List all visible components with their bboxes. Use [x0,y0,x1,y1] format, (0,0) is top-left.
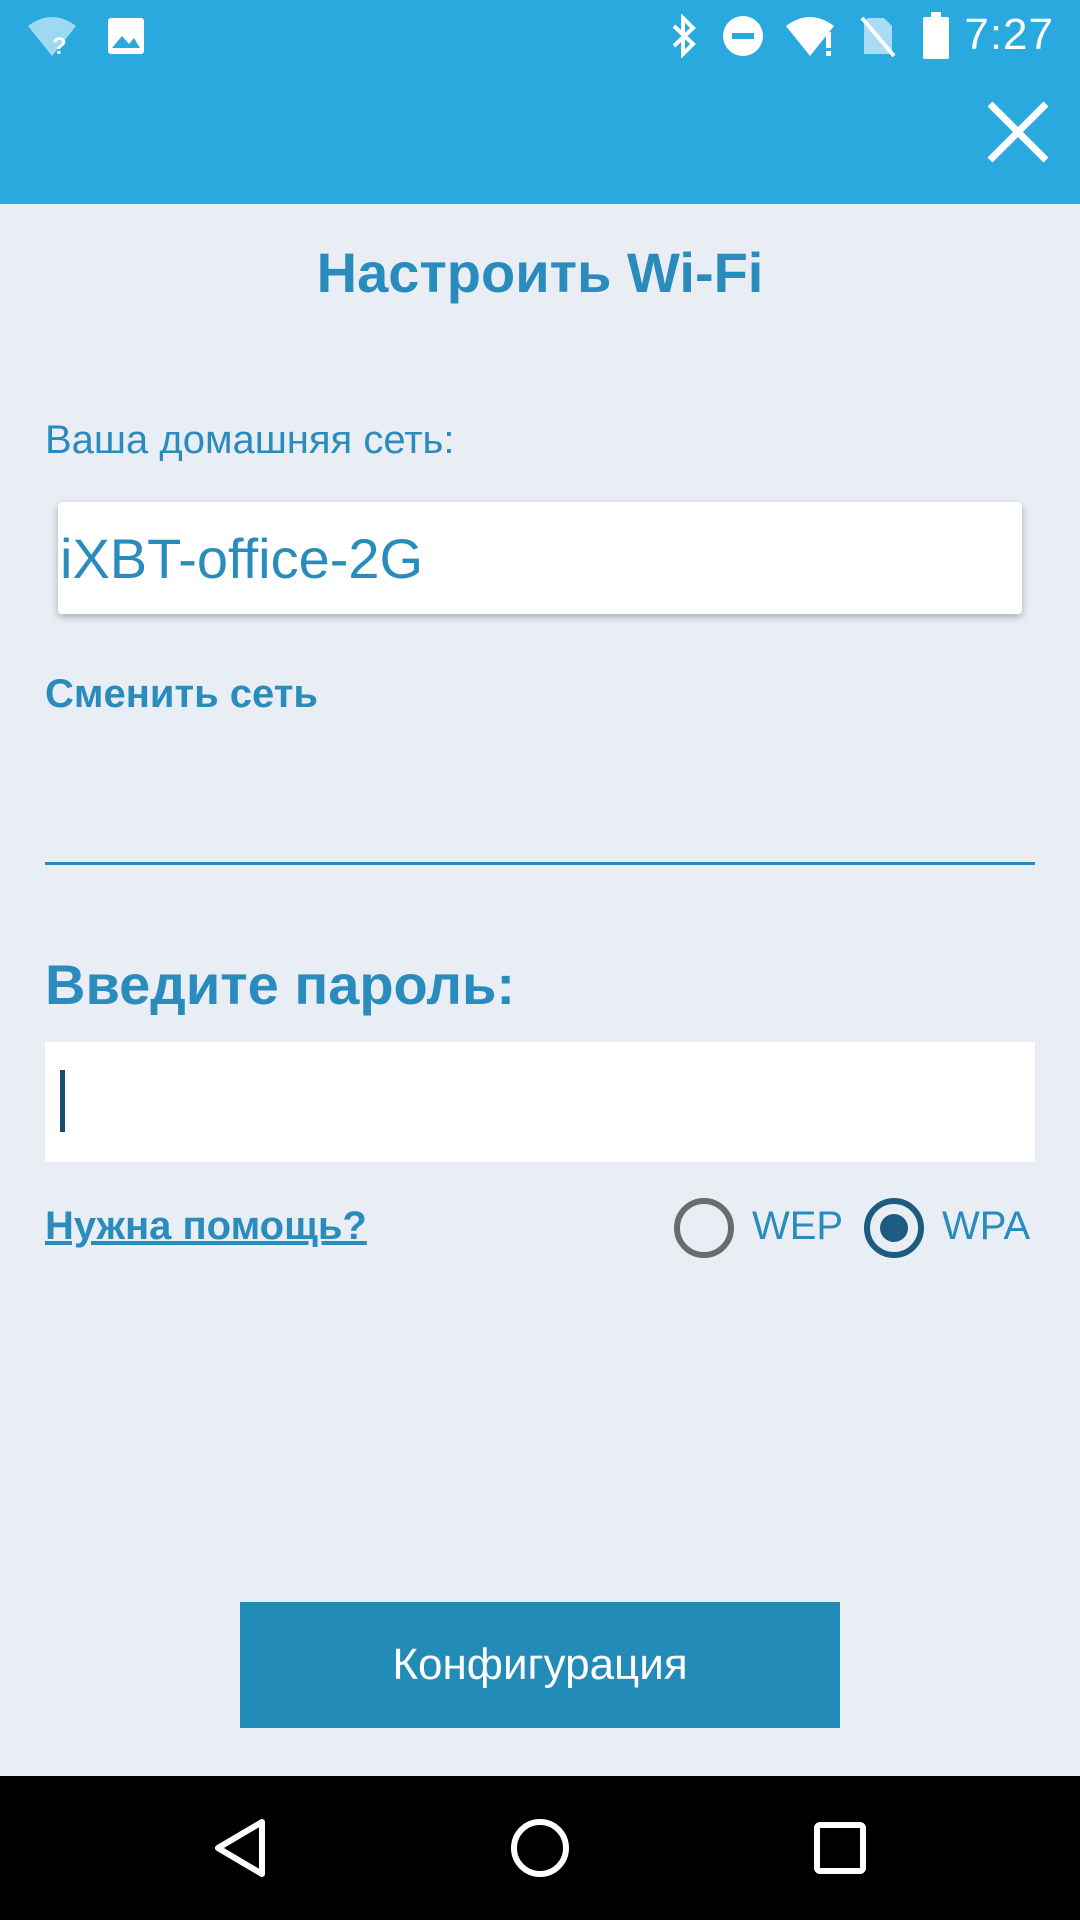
wep-radio-button[interactable] [674,1198,734,1258]
home-network-label: Ваша домашняя сеть: [45,418,455,462]
password-label: Введите пароль: [45,953,516,1016]
change-network-link[interactable]: Сменить сеть [45,672,318,717]
divider [45,862,1035,865]
text-cursor [60,1070,65,1132]
image-icon [106,14,146,58]
help-link[interactable]: Нужна помощь? [45,1204,367,1249]
close-button[interactable] [984,98,1052,166]
back-icon [215,1819,265,1877]
status-time: 7:27 [964,10,1054,59]
wifi-setup-screen: ? 7:27 Настроить Wi-Fi Ваша домашняя сет… [0,0,1080,1920]
back-button[interactable] [198,1806,282,1890]
no-sim-icon [858,14,898,58]
home-icon [511,1819,569,1877]
password-input[interactable] [45,1042,1035,1162]
configure-button[interactable]: Конфигурация [240,1602,840,1728]
wifi-unknown-icon: ? [26,14,78,58]
home-button[interactable] [498,1806,582,1890]
svg-text:?: ? [52,33,67,58]
recents-button[interactable] [798,1806,882,1890]
close-icon [987,101,1049,163]
wifi-alert-icon [784,14,840,58]
status-bar: ? 7:27 [0,0,1080,72]
wep-radio-label[interactable]: WEP [752,1204,843,1249]
page-title: Настроить Wi-Fi [316,241,764,304]
wpa-radio-label[interactable]: WPA [942,1204,1030,1249]
app-bar: ? 7:27 [0,0,1080,204]
recents-icon [814,1822,866,1874]
radio-selected-dot [880,1214,908,1242]
bluetooth-icon [664,14,704,58]
battery-icon [918,12,954,59]
wpa-radio-button[interactable] [864,1198,924,1258]
do-not-disturb-icon [720,14,766,58]
network-name-field: iXBT-office-2G [58,502,1022,614]
network-name-value: iXBT-office-2G [60,527,424,590]
navigation-bar [0,1776,1080,1920]
